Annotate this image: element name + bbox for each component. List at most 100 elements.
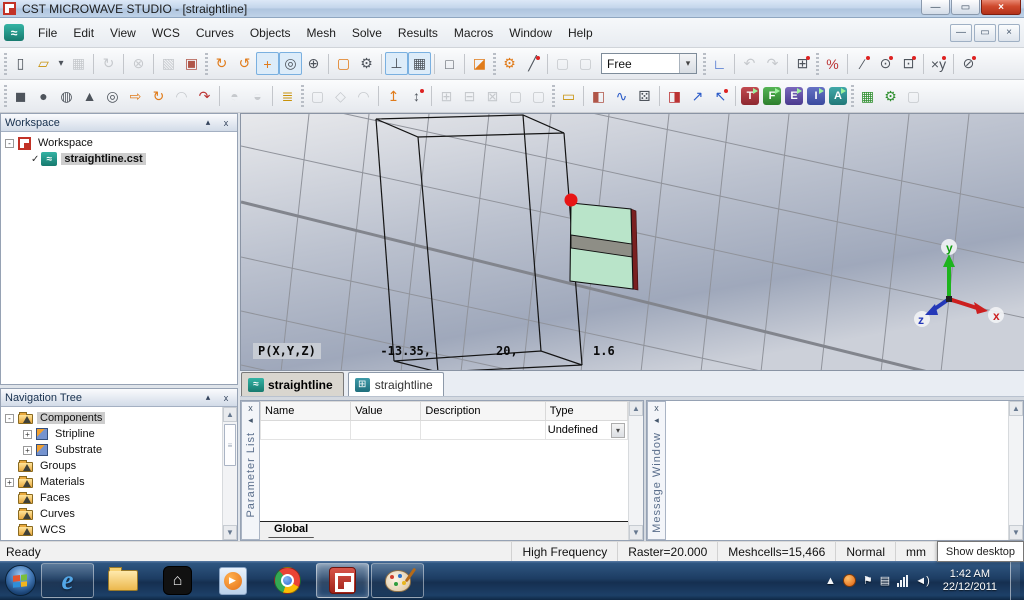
units-button[interactable]: ▭ <box>557 85 580 108</box>
taskbar-wmp-button[interactable]: ▶ <box>206 563 259 598</box>
column-header-value[interactable]: Value <box>351 402 421 421</box>
start-button[interactable] <box>0 561 40 600</box>
column-header-type[interactable]: Type <box>545 402 627 421</box>
taskbar-clock[interactable]: 1:42 AM 22/12/2011 <box>937 568 1003 594</box>
menu-mesh[interactable]: Mesh <box>299 22 344 44</box>
toolbar-grip[interactable] <box>4 85 7 107</box>
solver-frequency-button[interactable]: F <box>763 87 781 105</box>
rotate-inplane-button[interactable]: ↺ <box>233 52 256 75</box>
viewport-3d[interactable]: y x z P(X,Y,Z) -13.35, 20, 1.6 <box>240 113 1024 371</box>
scrollbar-thumb[interactable]: ≡ <box>224 424 236 466</box>
menu-solve[interactable]: Solve <box>344 22 390 44</box>
navigation-scrollbar[interactable]: ▲ ≡ ▼ <box>222 407 237 540</box>
menu-curves[interactable]: Curves <box>188 22 242 44</box>
parameter-row-new[interactable]: Undefined ▾ <box>261 421 628 440</box>
chevron-down-icon[interactable]: ▾ <box>679 54 696 73</box>
scroll-up-icon[interactable]: ▲ <box>1009 401 1023 416</box>
pick-dialog-button[interactable]: ⊞ <box>791 52 814 75</box>
tree-item-curves[interactable]: Curves <box>1 506 222 522</box>
mdi-restore-button[interactable]: ▭ <box>974 24 996 42</box>
tab-schematic[interactable]: ⊞ straightline <box>348 372 444 396</box>
menu-file[interactable]: File <box>30 22 65 44</box>
type-dropdown-icon[interactable]: ▾ <box>611 423 625 438</box>
expand-box-icon[interactable]: + <box>5 478 14 487</box>
dock-arrow-icon[interactable]: ◂ <box>654 414 659 426</box>
field-monitor-button[interactable]: ↗ <box>686 85 709 108</box>
column-header-description[interactable]: Description <box>421 402 545 421</box>
message-window-strip[interactable]: x ◂ Message Window <box>647 401 666 540</box>
close-panel-icon[interactable]: x <box>654 402 659 414</box>
workspace-panel-titlebar[interactable]: Workspace ▴ x <box>1 114 237 132</box>
mesh-update-button[interactable]: ▢ <box>902 85 925 108</box>
menu-macros[interactable]: Macros <box>446 22 501 44</box>
boolean-intersect-button[interactable]: ⊠ <box>481 85 504 108</box>
new-file-button[interactable]: ▯ <box>9 52 32 75</box>
open-file-dropdown[interactable]: ▾ <box>55 52 67 75</box>
toolbar-grip[interactable] <box>851 85 854 107</box>
close-panel-icon[interactable]: x <box>219 118 233 128</box>
tray-expand-icon[interactable]: ▲ <box>825 575 836 587</box>
mdi-minimize-button[interactable]: — <box>950 24 972 42</box>
cell-value[interactable] <box>351 421 421 440</box>
toolbar-grip[interactable] <box>816 53 819 75</box>
toolbar-grip[interactable] <box>301 85 304 107</box>
collapse-box-icon[interactable]: - <box>5 414 14 423</box>
pick-coordinates-button[interactable]: ×y <box>927 52 950 75</box>
scroll-up-icon[interactable]: ▲ <box>223 407 237 422</box>
menu-view[interactable]: View <box>102 22 144 44</box>
menu-edit[interactable]: Edit <box>65 22 102 44</box>
wcs-align-button[interactable]: ∟ <box>708 52 731 75</box>
cell-type[interactable]: Undefined ▾ <box>545 421 627 440</box>
tree-item-label[interactable]: Groups <box>37 460 79 472</box>
tree-item-label[interactable]: Curves <box>37 508 78 520</box>
create-brick-button[interactable]: ◼ <box>9 85 32 108</box>
tree-item-label[interactable]: Components <box>37 412 105 424</box>
fit-view-button[interactable]: ▢ <box>332 52 355 75</box>
bounding-box-button[interactable]: □ <box>438 52 461 75</box>
tray-volume-icon[interactable]: ◄) <box>915 575 930 587</box>
update-model-button[interactable]: ↻ <box>97 52 120 75</box>
frequency-range-button[interactable]: ∿ <box>610 85 633 108</box>
measure-distance-button[interactable]: ↕ <box>405 85 428 108</box>
taskbar-paint-button[interactable] <box>371 563 424 598</box>
copy-wcs-button[interactable]: ▢ <box>551 52 574 75</box>
extrude-face-button[interactable]: ↥ <box>382 85 405 108</box>
tree-item-materials[interactable]: + Materials <box>1 474 222 490</box>
trim-solids-button[interactable]: ▢ <box>504 85 527 108</box>
project-file-item[interactable]: ✓ ≈ straightline.cst <box>1 151 237 167</box>
menu-wcs[interactable]: WCS <box>144 22 188 44</box>
toolbar-grip[interactable] <box>493 53 496 75</box>
raster-toggle-button[interactable]: ▦ <box>408 52 431 75</box>
tree-item-groups[interactable]: Groups <box>1 458 222 474</box>
tray-clipboard-icon[interactable]: ▤ <box>880 574 890 587</box>
scroll-down-icon[interactable]: ▼ <box>223 525 237 540</box>
blend-edge-button[interactable]: ◠ <box>352 85 375 108</box>
select-frame-button[interactable]: ▧ <box>157 52 180 75</box>
cell-name[interactable] <box>261 421 351 440</box>
message-window-content[interactable] <box>666 401 1008 540</box>
open-file-button[interactable]: ▱ <box>32 52 55 75</box>
tree-item-wcs[interactable]: WCS <box>1 522 222 538</box>
axes-toggle-button[interactable]: ⊥ <box>385 52 408 75</box>
navigation-panel-titlebar[interactable]: Navigation Tree ▴ x <box>1 389 237 407</box>
pick-face-center-button[interactable]: ⊡ <box>897 52 920 75</box>
extrude-button[interactable]: ⇨ <box>124 85 147 108</box>
global-sheet-tab[interactable]: Global <box>260 522 322 538</box>
pick-edge-button[interactable]: ╱ <box>521 52 544 75</box>
cell-description[interactable] <box>421 421 545 440</box>
solver-asymptotic-button[interactable]: A <box>829 87 847 105</box>
menu-window[interactable]: Window <box>501 22 560 44</box>
tray-network-icon[interactable] <box>897 575 908 587</box>
bend-button[interactable]: ↷ <box>193 85 216 108</box>
close-button[interactable]: × <box>981 0 1021 15</box>
shape-round-button[interactable]: ◓ <box>223 85 246 108</box>
solver-transient-button[interactable]: T <box>741 87 759 105</box>
rotate-view-button[interactable]: ↻ <box>210 52 233 75</box>
taskbar-cst-button[interactable] <box>316 563 369 598</box>
scroll-down-icon[interactable]: ▼ <box>1009 525 1023 540</box>
restore-button[interactable]: ▭ <box>951 0 980 15</box>
close-panel-icon[interactable]: x <box>219 393 233 403</box>
shape-chamfer-button[interactable]: ◒ <box>246 85 269 108</box>
pan-view-button[interactable]: + <box>256 52 279 75</box>
export-image-button[interactable]: ▣ <box>180 52 203 75</box>
